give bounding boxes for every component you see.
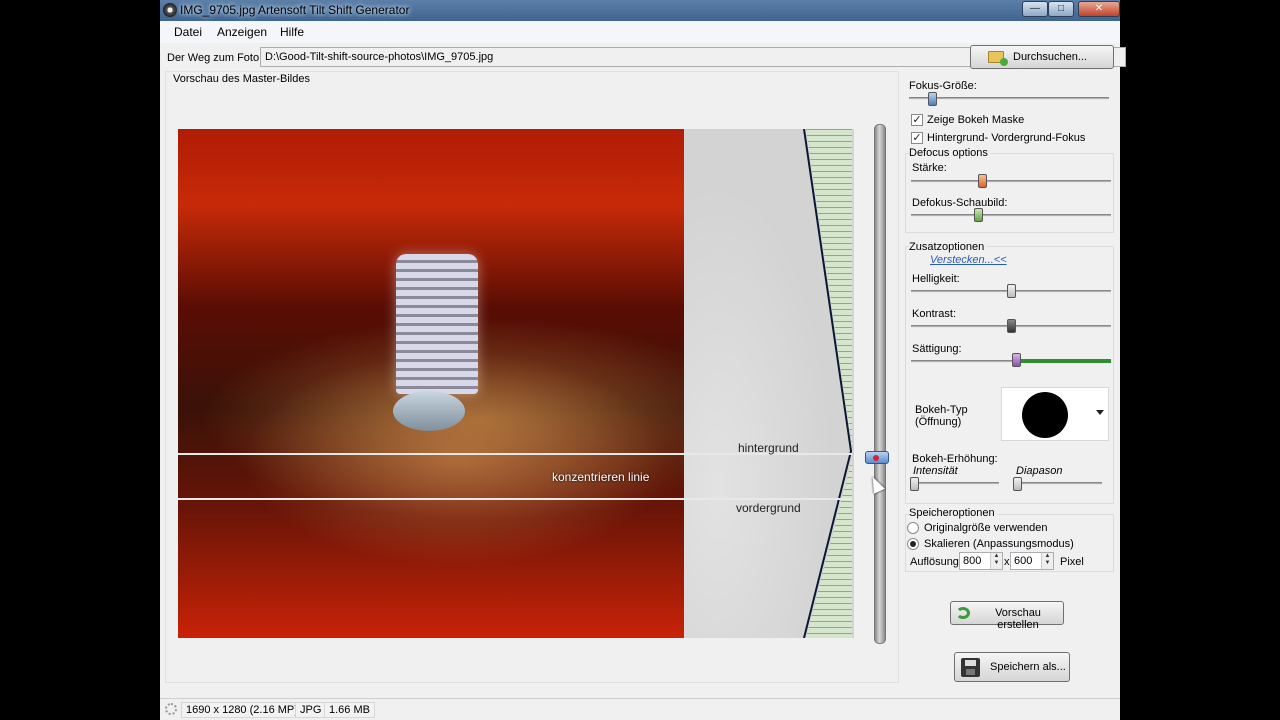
range-slider[interactable] [1014,482,1102,485]
extra-options-label: Zusatzoptionen [909,241,987,253]
contrast-label: Kontrast: [912,308,957,320]
scale-label: Skalieren (Anpassungsmodus) [924,538,1074,550]
menu-anzeigen[interactable]: Anzeigen [217,25,267,39]
menu-datei[interactable]: Datei [174,25,202,39]
app-icon[interactable] [163,3,177,17]
preview-group-label: Vorschau des Master-Bildes [173,73,310,85]
height-spinner[interactable]: 600 ▲ ▼ [1010,552,1054,570]
mask-stripes-area [806,129,852,638]
browse-button[interactable]: Durchsuchen... [970,45,1114,69]
aperture-circle-icon [1022,392,1068,438]
strength-label: Stärke: [912,162,947,174]
bokeh-boost-label: Bokeh-Erhöhung: [912,453,998,465]
focus-size-slider[interactable] [909,97,1109,100]
focus-size-label: Fokus-Größe: [909,80,977,92]
spinner-arrows-icon[interactable]: ▲ ▼ [1041,553,1053,569]
scale-radio[interactable] [907,538,919,550]
intensity-label: Intensität [913,465,958,477]
bg-fg-focus-checkbox[interactable]: ✓ [911,132,923,144]
show-bokeh-mask-checkbox[interactable]: ✓ [911,114,923,126]
strength-thumb[interactable] [977,174,987,188]
title-bar[interactable]: IMG_9705.jpg Artensoft Tilt Shift Genera… [160,0,1120,21]
defocus-preview-slider[interactable] [911,214,1111,217]
status-dimensions: 1690 x 1280 (2.16 MP) [181,702,303,718]
saturation-label: Sättigung: [912,343,962,355]
path-label: Der Weg zum Foto: [167,52,263,64]
background-line-label: hintergrund [738,441,799,455]
create-preview-button[interactable]: Vorschau erstellen [950,601,1064,631]
defocus-preview-thumb[interactable] [974,208,984,222]
intensity-slider[interactable] [911,482,999,485]
contrast-thumb[interactable] [1006,319,1016,333]
range-thumb[interactable] [1013,477,1022,491]
bg-fg-focus-label: Hintergrund- Vordergrund-Fokus [927,132,1086,144]
save-options-label: Speicheroptionen [909,507,997,519]
menu-bar: Datei Anzeigen Hilfe [160,21,1120,43]
saturation-thumb[interactable] [1012,353,1022,367]
original-size-radio[interactable] [907,522,919,534]
status-format: JPG [295,702,327,718]
status-bar: 1690 x 1280 (2.16 MP) JPG 1.66 MB [160,698,1120,720]
focus-line-label: konzentrieren linie [552,470,650,484]
show-bokeh-mask-label: Zeige Bokeh Maske [927,114,1025,126]
menu-hilfe[interactable]: Hilfe [280,25,304,39]
status-size: 1.66 MB [324,702,375,718]
defocus-preview-label: Defokus-Schaubild: [912,197,1008,209]
resolution-label: Auflösung [910,556,959,568]
strength-slider[interactable] [911,180,1111,183]
window-title: IMG_9705.jpg Artensoft Tilt Shift Genera… [180,3,410,17]
browse-button-label: Durchsuchen... [1013,51,1087,63]
save-as-label: Speichern als... [990,661,1066,673]
range-label: Diapason [1016,465,1063,477]
intensity-thumb[interactable] [910,477,919,491]
width-value: 800 [963,555,982,567]
minimize-button[interactable]: — [1022,1,1048,17]
defocus-group-label: Defocus options [909,147,990,159]
width-spinner[interactable]: 800 ▲ ▼ [959,552,1003,570]
saturation-fill [1017,359,1111,363]
height-value: 600 [1014,555,1033,567]
refresh-icon [956,607,970,619]
focus-lines-overlay [178,129,853,638]
resolution-times: x [1004,556,1010,568]
bokeh-type-select[interactable] [1001,387,1109,441]
chevron-down-icon [1096,410,1104,415]
spinner-arrows-icon[interactable]: ▲ ▼ [990,553,1002,569]
brightness-thumb[interactable] [1006,284,1016,298]
save-as-button[interactable]: Speichern als... [954,652,1070,682]
bokeh-type-sublabel: (Öffnung) [915,416,962,428]
create-preview-label: Vorschau erstellen [995,607,1041,631]
focus-position-slider[interactable] [874,124,886,644]
focus-size-thumb[interactable] [928,92,938,106]
hide-options-link[interactable]: Verstecken...<< [930,254,1007,266]
close-button[interactable]: ✕ [1078,1,1120,17]
resolution-unit: Pixel [1060,556,1084,568]
disk-icon [961,658,980,677]
focus-position-thumb[interactable] [865,451,889,464]
bokeh-type-label: Bokeh-Typ [915,404,968,416]
spinner-icon [165,703,177,715]
foreground-line-label: vordergrund [736,501,801,515]
app-window: IMG_9705.jpg Artensoft Tilt Shift Genera… [160,0,1126,720]
brightness-label: Helligkeit: [912,273,960,285]
folder-add-icon [988,51,1008,66]
maximize-button[interactable]: □ [1048,1,1074,17]
original-size-label: Originalgröße verwenden [924,522,1048,534]
